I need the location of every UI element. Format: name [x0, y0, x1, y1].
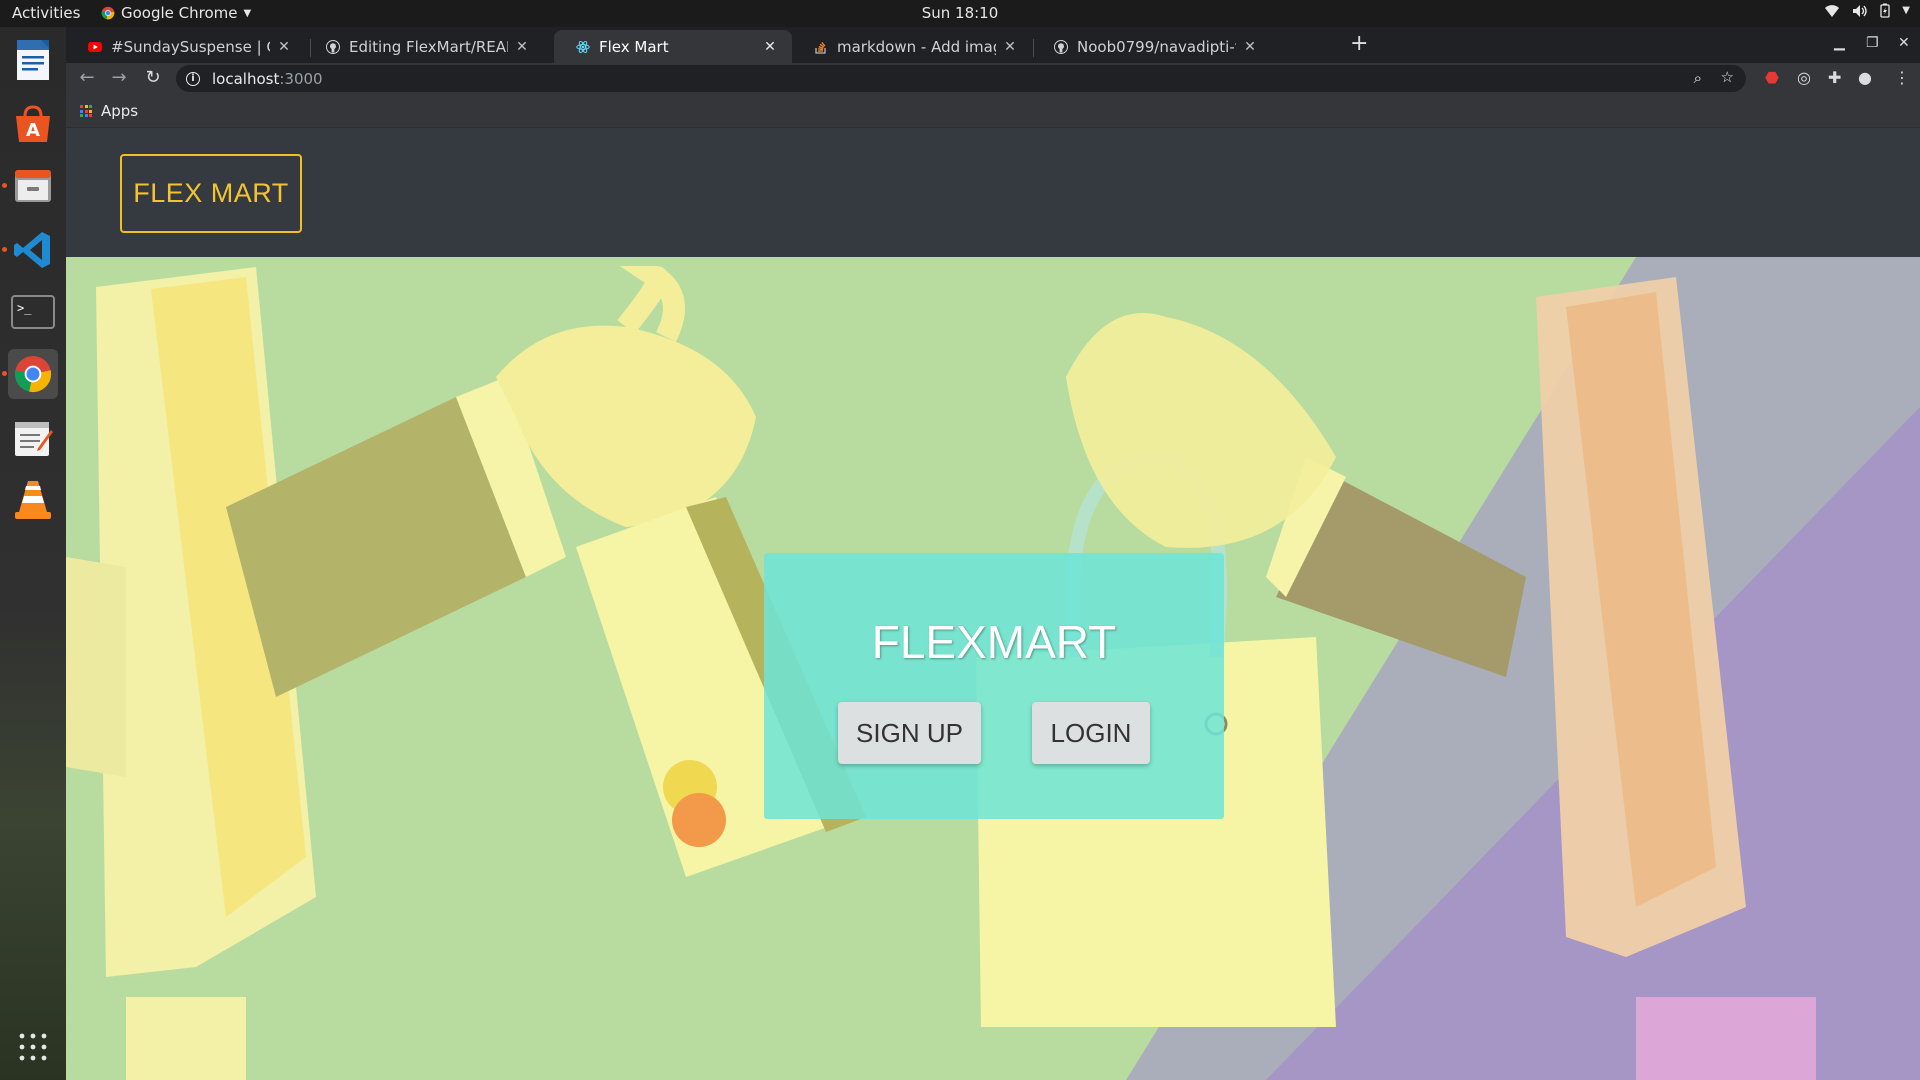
tab-navadipti[interactable]: Noob0799/navadipti-teac ✕ [1032, 30, 1272, 63]
new-tab-button[interactable]: + [1350, 33, 1368, 55]
address-host: localhost [212, 69, 280, 88]
writer-icon [17, 40, 49, 80]
text-editor-icon [15, 422, 53, 456]
dock-terminal[interactable]: >_ [8, 287, 58, 337]
stackoverflow-icon [815, 41, 826, 54]
extension-red-icon[interactable]: ⬣ [1765, 68, 1779, 87]
tab-editing-readme[interactable]: Editing FlexMart/READMI ✕ [304, 30, 544, 63]
show-applications-button[interactable] [8, 1022, 58, 1072]
battery-icon [1880, 3, 1890, 18]
react-icon [576, 40, 590, 53]
github-icon [1054, 39, 1068, 54]
tab-close-icon[interactable]: ✕ [276, 39, 292, 55]
site-navbar: FLEX MART [66, 128, 1920, 257]
welcome-card: FLEXMART SIGN UP LOGIN [764, 553, 1224, 819]
bookmark-star-icon[interactable]: ☆ [1721, 68, 1734, 86]
bookmark-apps[interactable]: Apps [80, 102, 138, 120]
profile-avatar-icon[interactable]: ● [1858, 68, 1872, 87]
card-title: FLEXMART [871, 616, 1117, 668]
software-center-icon: A [16, 105, 50, 142]
bookmark-apps-label: Apps [101, 102, 139, 120]
extensions-puzzle-icon[interactable]: ✚ [1828, 68, 1841, 87]
sign-up-button[interactable]: SIGN UP [838, 702, 981, 764]
dock-text-editor[interactable] [8, 413, 58, 463]
tab-title: markdown - Add images t [837, 37, 996, 56]
tab-title: Flex Mart [599, 37, 669, 56]
dock-vscode[interactable] [2, 225, 58, 275]
github-icon [326, 39, 340, 54]
minimize-icon[interactable]: ▁ [1834, 35, 1845, 51]
tab-title: Noob0799/navadipti-teac [1077, 37, 1236, 56]
tab-title: #SundaySuspense | Ganat [111, 37, 270, 56]
web-page: FLEX MART FLEXMART SIGN UP LOGIN [66, 128, 1920, 1080]
address-bar[interactable]: i localhost:3000 ⌕ ☆ [176, 65, 1746, 92]
dock-vlc[interactable] [8, 475, 58, 525]
app-menu[interactable]: Google Chrome ▼ [101, 4, 251, 22]
dock-software[interactable]: A [8, 99, 58, 149]
dock-chrome[interactable] [2, 349, 58, 399]
hero-section: FLEXMART SIGN UP LOGIN [66, 257, 1920, 1080]
tab-close-icon[interactable]: ✕ [514, 39, 530, 55]
system-menu-chevron-icon: ▼ [1902, 5, 1910, 16]
restore-icon[interactable]: ❐ [1866, 35, 1879, 51]
system-tray[interactable]: ▼ [1824, 3, 1910, 18]
clock[interactable]: Sun 18:10 [922, 4, 999, 22]
chrome-icon [14, 355, 52, 393]
vlc-icon [15, 481, 51, 519]
show-applications-icon [19, 1033, 47, 1061]
site-info-icon[interactable]: i [186, 71, 200, 86]
dock-writer[interactable] [8, 35, 58, 85]
tab-sundaysuspense[interactable]: #SundaySuspense | Ganat ✕ [66, 30, 306, 63]
bookmarks-bar: Apps [66, 94, 1920, 128]
volume-icon [1853, 4, 1867, 17]
forward-icon[interactable]: → [108, 67, 130, 88]
tab-close-icon[interactable]: ✕ [762, 39, 778, 55]
app-menu-label: Google Chrome [121, 4, 238, 22]
chevron-down-icon: ▼ [243, 7, 252, 19]
tab-close-icon[interactable]: ✕ [1242, 39, 1258, 55]
system-top-bar: Activities Google Chrome ▼ Sun 18:10 ▼ [0, 0, 1920, 27]
extension-target-icon[interactable]: ◎ [1797, 68, 1811, 87]
dock-files[interactable] [2, 161, 58, 211]
brand-logo-button[interactable]: FLEX MART [120, 154, 302, 233]
tab-strip: #SundaySuspense | Ganat ✕ Editing FlexMa… [66, 27, 1920, 63]
more-menu-icon[interactable]: ⋮ [1894, 68, 1910, 87]
dock: A >_ [0, 27, 66, 1080]
chrome-small-icon [101, 6, 115, 20]
tab-title: Editing FlexMart/READMI [349, 37, 508, 56]
tab-close-icon[interactable]: ✕ [1002, 39, 1018, 55]
address-port: :3000 [279, 69, 323, 88]
reload-icon[interactable]: ↻ [142, 67, 164, 88]
files-icon [15, 170, 51, 202]
svg-text:>_: >_ [17, 301, 32, 315]
close-window-icon[interactable]: ✕ [1898, 35, 1910, 51]
tab-markdown-images[interactable]: markdown - Add images t ✕ [792, 30, 1032, 63]
svg-text:A: A [26, 120, 40, 141]
zoom-icon[interactable]: ⌕ [1694, 69, 1702, 87]
apps-grid-icon [80, 105, 92, 117]
youtube-icon [88, 41, 102, 52]
activities-button[interactable]: Activities [12, 4, 80, 22]
browser-toolbar: ← → ↻ i localhost:3000 ⌕ ☆ ⬣ ◎ ✚ ● ⋮ [66, 63, 1920, 94]
wifi-icon [1825, 4, 1840, 17]
tab-flex-mart[interactable]: Flex Mart ✕ [554, 30, 792, 63]
login-button[interactable]: LOGIN [1032, 702, 1150, 764]
vscode-icon [14, 232, 50, 268]
back-icon[interactable]: ← [76, 67, 98, 88]
terminal-icon: >_ [11, 295, 55, 329]
